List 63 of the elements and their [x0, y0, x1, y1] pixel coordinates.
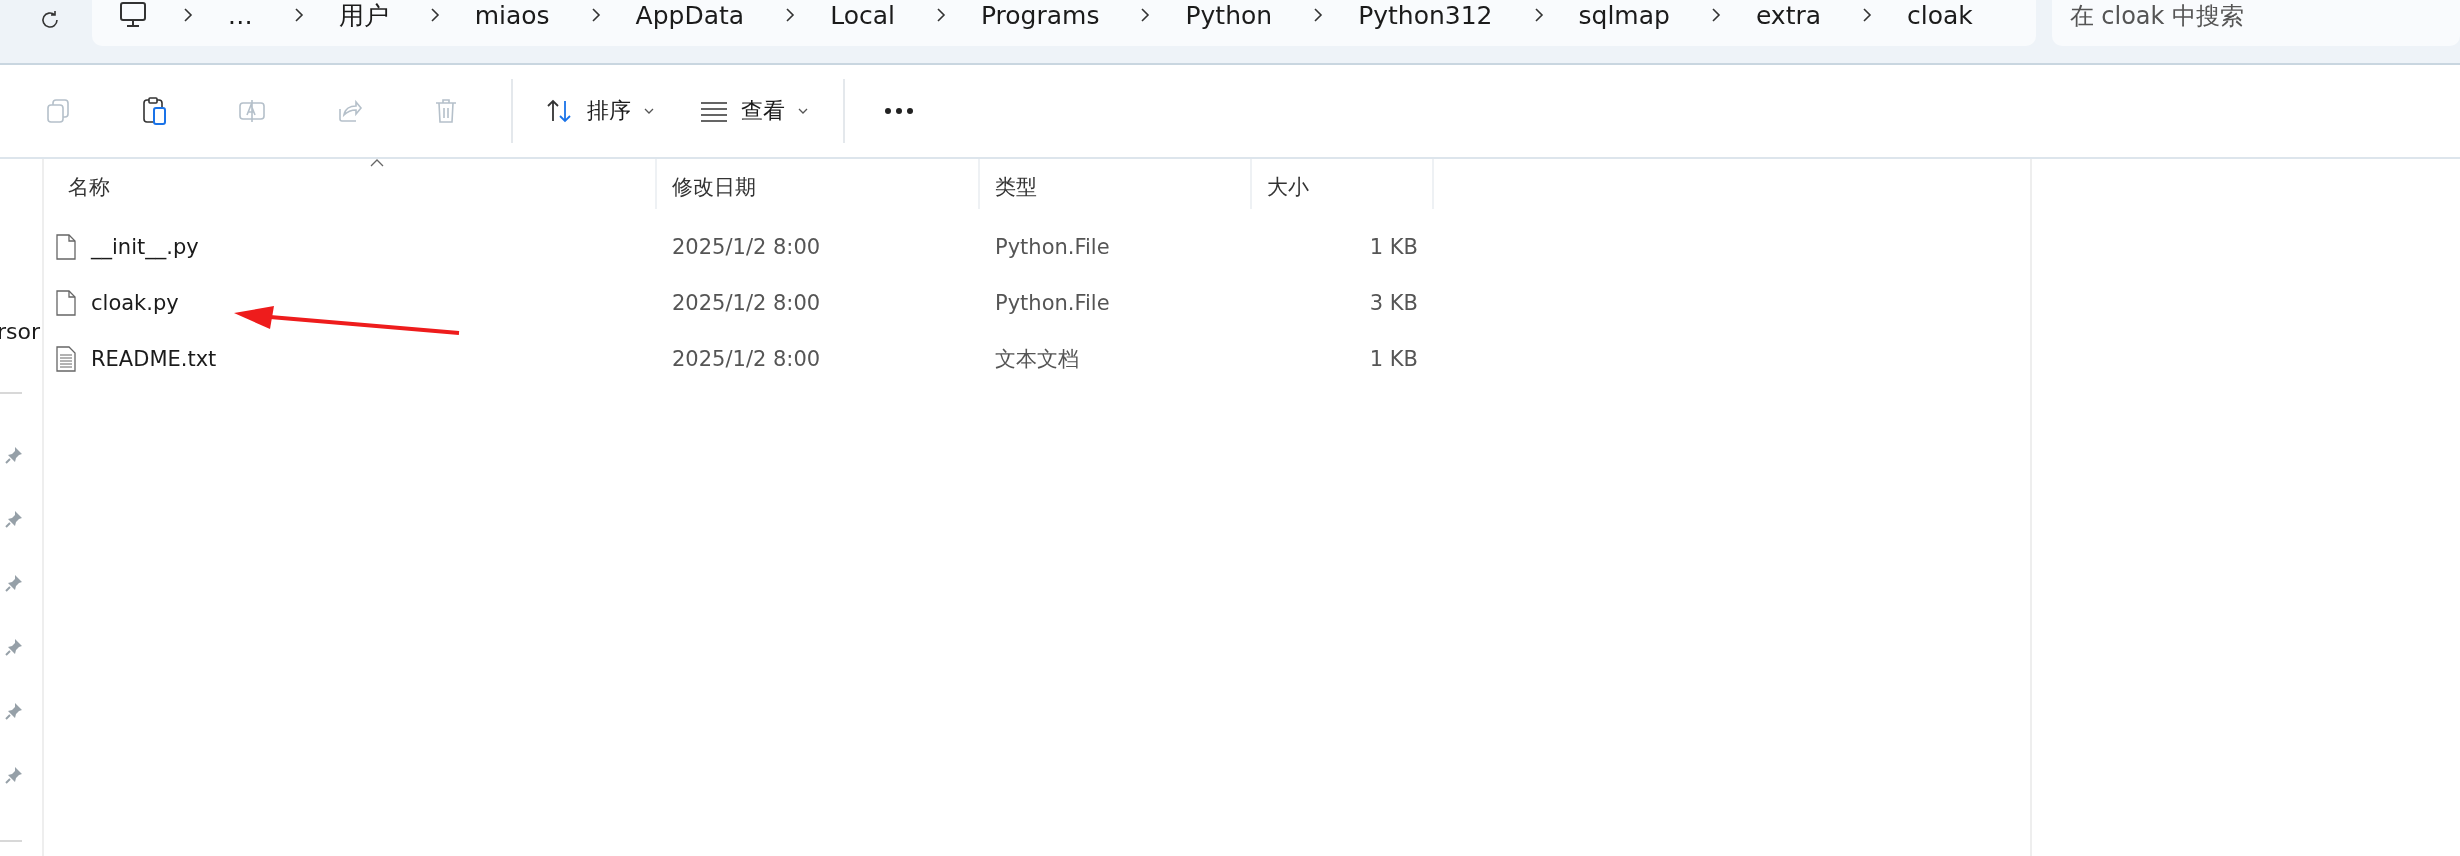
breadcrumb-item[interactable]: Python312 [1358, 0, 1493, 30]
chevron-icon [1861, 6, 1874, 24]
pin-icon[interactable] [4, 573, 24, 593]
file-name: cloak.py [91, 291, 179, 315]
breadcrumb-item[interactable]: Python [1185, 0, 1273, 30]
chevron-icon [934, 6, 947, 24]
chevron-icon [1139, 6, 1152, 24]
caret-icon [797, 106, 809, 116]
text-file-icon [56, 346, 76, 372]
pin-icon[interactable] [4, 637, 24, 657]
chevron-icon [292, 6, 305, 24]
caret-icon [643, 106, 655, 116]
breadcrumb-item[interactable]: cloak [1907, 0, 1973, 30]
type-cell-text: Python.File [994, 290, 1111, 317]
breadcrumb-item[interactable]: miaos [474, 0, 550, 30]
chevron-icon [784, 6, 797, 24]
copy-icon [44, 97, 72, 125]
address-bar[interactable]: … 用户 miaos AppData Local Programs Python Python312 sqlmap extra cloak [91, 0, 2036, 46]
chevron-icon [1532, 6, 1545, 24]
breadcrumb-overflow[interactable]: … [227, 0, 253, 30]
column-header[interactable]: 名称 [44, 159, 657, 209]
date-cell-text: 2025/1/2 8:00 [671, 346, 822, 373]
pin-icon[interactable] [4, 509, 24, 529]
column-header[interactable]: 类型 [980, 159, 1252, 209]
chevron-icon [589, 6, 602, 24]
type-cell-text: Python.File [994, 234, 1111, 261]
clipboard-icon [141, 96, 169, 126]
pin-icon[interactable] [4, 445, 24, 465]
file-name: __init__.py [91, 235, 199, 259]
size-cell-text: 3 KB [1368, 290, 1419, 317]
size-cell-text: 1 KB [1368, 234, 1419, 261]
file-icon [56, 290, 76, 316]
column-header[interactable]: 修改日期 [657, 159, 980, 209]
breadcrumb-item[interactable]: Programs [980, 0, 1100, 30]
trash-icon [433, 97, 459, 125]
breadcrumb-item[interactable]: 用户 [338, 0, 389, 32]
date-cell-text: 2025/1/2 8:00 [671, 290, 822, 317]
more-icon [884, 107, 914, 115]
size-cell-text: 1 KB [1368, 346, 1419, 373]
chevron-icon [428, 6, 441, 24]
pin-icon[interactable] [4, 701, 24, 721]
rename-icon [237, 97, 267, 125]
file-row[interactable]: README.txt 2025/1/2 8:00 文本文档 1 KB [44, 341, 2030, 377]
view-button[interactable]: 查看 [689, 81, 819, 141]
computer-icon [117, 1, 148, 29]
breadcrumb-item[interactable]: sqlmap [1578, 0, 1670, 30]
breadcrumb-item[interactable]: Local [830, 0, 895, 30]
search-field[interactable]: 在 cloak 中搜索 [2051, 0, 2460, 46]
file-name: README.txt [91, 347, 217, 371]
view-lines-icon [699, 99, 729, 123]
pin-icon[interactable] [4, 765, 24, 785]
column-header[interactable]: 大小 [1252, 159, 1434, 209]
chevron-icon [181, 6, 194, 24]
sort-button[interactable]: 排序 [535, 81, 665, 141]
chevron-icon [1312, 6, 1325, 24]
chevron-icon [1709, 6, 1722, 24]
file-row[interactable]: cloak.py 2025/1/2 8:00 Python.File 3 KB [44, 285, 2030, 321]
date-cell-text: 2025/1/2 8:00 [671, 234, 822, 261]
breadcrumb-item[interactable]: extra [1755, 0, 1822, 30]
file-row[interactable]: __init__.py 2025/1/2 8:00 Python.File 1 KB [44, 229, 2030, 265]
breadcrumb-item[interactable]: AppData [635, 0, 745, 30]
type-cell-text: 文本文档 [994, 346, 1080, 373]
file-icon [56, 234, 76, 260]
